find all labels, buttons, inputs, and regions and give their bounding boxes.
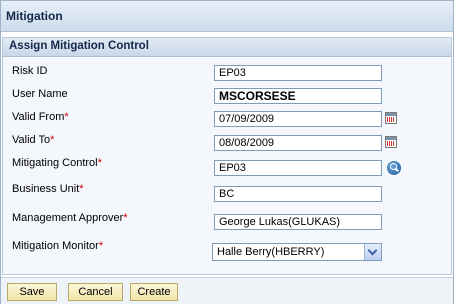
- risk-id-label: Risk ID: [12, 65, 48, 77]
- valid-to-label: Valid To*: [12, 134, 55, 146]
- calendar-icon[interactable]: [385, 136, 397, 148]
- mitigation-window: Mitigation Assign Mitigation Control Ris…: [0, 0, 454, 304]
- user-name-field[interactable]: MSCORSESE: [214, 88, 382, 104]
- mitigating-control-field[interactable]: EP03: [214, 160, 382, 176]
- mitigating-control-label: Mitigating Control*: [12, 157, 102, 169]
- page-title: Mitigation: [6, 9, 63, 23]
- business-unit-label: Business Unit*: [12, 183, 84, 195]
- user-name-label: User Name: [12, 88, 68, 100]
- button-bar: Save Cancel Create: [1, 277, 453, 304]
- search-icon[interactable]: [387, 161, 401, 175]
- mitigation-monitor-select[interactable]: Halle Berry(HBERRY): [212, 243, 382, 261]
- valid-from-label: Valid From*: [12, 111, 69, 123]
- assign-mitigation-panel: Assign Mitigation Control Risk ID EP03 U…: [2, 37, 452, 275]
- business-unit-field[interactable]: BC: [214, 186, 382, 202]
- panel-title: Assign Mitigation Control: [9, 40, 149, 52]
- chevron-down-icon: [367, 245, 378, 256]
- risk-id-field[interactable]: EP03: [214, 65, 382, 81]
- mitigation-monitor-label: Mitigation Monitor*: [12, 240, 104, 252]
- management-approver-field[interactable]: George Lukas(GLUKAS): [214, 214, 382, 230]
- page-title-bar: Mitigation: [1, 1, 453, 32]
- mitigation-monitor-value: Halle Berry(HBERRY): [217, 246, 325, 258]
- cancel-button[interactable]: Cancel: [68, 283, 123, 301]
- valid-to-field[interactable]: 08/08/2009: [214, 135, 382, 151]
- save-button[interactable]: Save: [7, 283, 57, 301]
- panel-header: Assign Mitigation Control: [3, 38, 451, 57]
- create-button[interactable]: Create: [130, 283, 178, 301]
- management-approver-label: Management Approver*: [12, 212, 128, 224]
- valid-from-field[interactable]: 07/09/2009: [214, 111, 382, 127]
- dropdown-button[interactable]: [364, 244, 381, 260]
- calendar-icon[interactable]: [385, 112, 397, 124]
